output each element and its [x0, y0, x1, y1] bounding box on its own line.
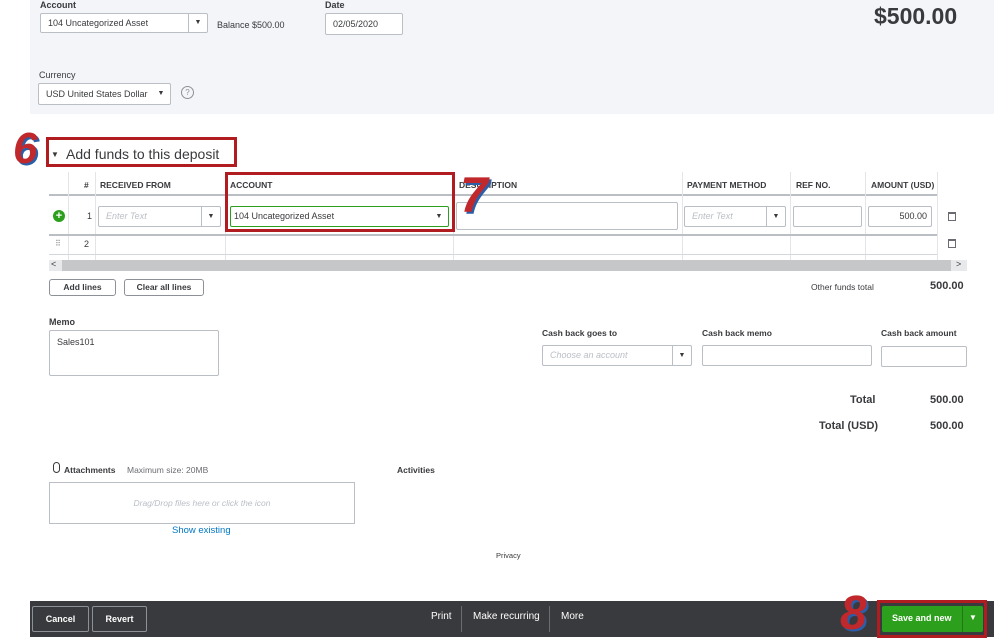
drag-handle-icon[interactable]: ⠿: [55, 239, 61, 248]
col-divider: [865, 172, 866, 264]
col-header-amount: AMOUNT (USD): [871, 180, 935, 190]
received-from-placeholder: Enter Text: [106, 211, 147, 221]
scroll-left-icon[interactable]: <: [51, 259, 56, 269]
col-divider: [682, 172, 683, 264]
amount-field[interactable]: 500.00: [868, 206, 932, 227]
col-divider: [790, 172, 791, 264]
cancel-button[interactable]: Cancel: [32, 606, 89, 632]
total-value: 500.00: [930, 394, 964, 406]
privacy-link[interactable]: Privacy: [496, 551, 521, 560]
annotation-step-6: 6: [13, 124, 38, 173]
make-recurring-link[interactable]: Make recurring: [473, 611, 540, 622]
row-number: 1: [87, 211, 93, 221]
cashback-account-select[interactable]: Choose an account ▼: [542, 345, 692, 366]
cashback-amount-label: Cash back amount: [881, 328, 957, 338]
print-link[interactable]: Print: [431, 611, 452, 622]
section-title[interactable]: Add funds to this deposit: [66, 146, 219, 162]
row-divider: [49, 234, 937, 236]
show-existing-link[interactable]: Show existing: [172, 525, 231, 536]
received-from-select[interactable]: Enter Text ▼: [98, 206, 221, 227]
col-header-payment-method: PAYMENT METHOD: [687, 180, 767, 190]
account-select[interactable]: 104 Uncategorized Asset ▼: [40, 13, 208, 33]
footer-divider: [549, 606, 550, 632]
table-header-divider: [49, 194, 937, 196]
max-size-text: Maximum size: 20MB: [127, 465, 209, 475]
chevron-down-icon: ▼: [672, 346, 691, 365]
chevron-down-icon: ▼: [157, 90, 165, 97]
cashback-memo-label: Cash back memo: [702, 328, 772, 338]
trash-icon[interactable]: [948, 239, 956, 248]
balance-text: Balance $500.00: [217, 20, 285, 30]
chevron-down-icon: ▼: [201, 207, 220, 226]
trash-icon[interactable]: [948, 212, 956, 221]
col-divider: [68, 172, 69, 264]
total-usd-label: Total (USD): [819, 420, 879, 432]
row-number: 2: [84, 239, 90, 249]
col-header-ref-no: REF NO.: [796, 180, 831, 190]
add-lines-button[interactable]: Add lines: [49, 279, 116, 296]
scroll-right-icon[interactable]: >: [956, 259, 961, 269]
col-header-received-from: RECEIVED FROM: [100, 180, 171, 190]
cashback-account-placeholder: Choose an account: [550, 350, 628, 360]
footer-divider: [461, 606, 462, 632]
memo-label: Memo: [49, 317, 76, 327]
help-icon[interactable]: ?: [181, 86, 194, 99]
col-divider: [95, 172, 96, 264]
col-header-num: #: [84, 180, 89, 190]
clear-all-lines-button[interactable]: Clear all lines: [124, 279, 204, 296]
chevron-down-icon: ▼: [188, 14, 207, 32]
total-label: Total: [850, 394, 876, 406]
date-label: Date: [325, 0, 345, 10]
row-divider: [49, 254, 937, 255]
attachments-label: Attachments: [64, 465, 116, 475]
other-funds-label: Other funds total: [811, 282, 874, 292]
currency-select[interactable]: USD United States Dollar ▼: [38, 83, 171, 105]
revert-button[interactable]: Revert: [92, 606, 147, 632]
payment-method-placeholder: Enter Text: [692, 211, 733, 221]
more-link[interactable]: More: [561, 611, 584, 622]
currency-select-value: USD United States Dollar: [46, 89, 148, 99]
annotation-step-7: 7: [460, 167, 488, 223]
ref-no-field[interactable]: [793, 206, 862, 227]
annotation-step-8: 8: [840, 587, 867, 640]
amount-display: $500.00: [874, 3, 958, 29]
total-usd-value: 500.00: [930, 420, 964, 432]
scrollbar-thumb[interactable]: [62, 260, 951, 271]
chevron-down-icon: ▼: [766, 207, 785, 226]
payment-method-select[interactable]: Enter Text ▼: [684, 206, 786, 227]
add-row-icon[interactable]: +: [53, 210, 65, 222]
annotation-box-7: [225, 172, 455, 232]
memo-field[interactable]: Sales101: [49, 330, 219, 376]
attachment-drop-zone[interactable]: Drag/Drop files here or click the icon: [49, 482, 355, 524]
other-funds-value: 500.00: [930, 280, 964, 292]
cashback-amount-field[interactable]: [881, 346, 967, 367]
collapse-toggle-icon[interactable]: ▼: [51, 150, 59, 159]
description-field[interactable]: [456, 202, 678, 230]
paperclip-icon: [53, 462, 60, 473]
col-divider: [937, 172, 938, 264]
activities-label: Activities: [397, 465, 435, 475]
account-select-value: 104 Uncategorized Asset: [48, 18, 149, 28]
account-label: Account: [40, 0, 76, 10]
cashback-goes-to-label: Cash back goes to: [542, 328, 618, 338]
date-field[interactable]: 02/05/2020: [325, 13, 403, 35]
currency-label: Currency: [39, 70, 76, 80]
cashback-memo-field[interactable]: [702, 345, 872, 366]
annotation-box-8: [877, 600, 987, 638]
